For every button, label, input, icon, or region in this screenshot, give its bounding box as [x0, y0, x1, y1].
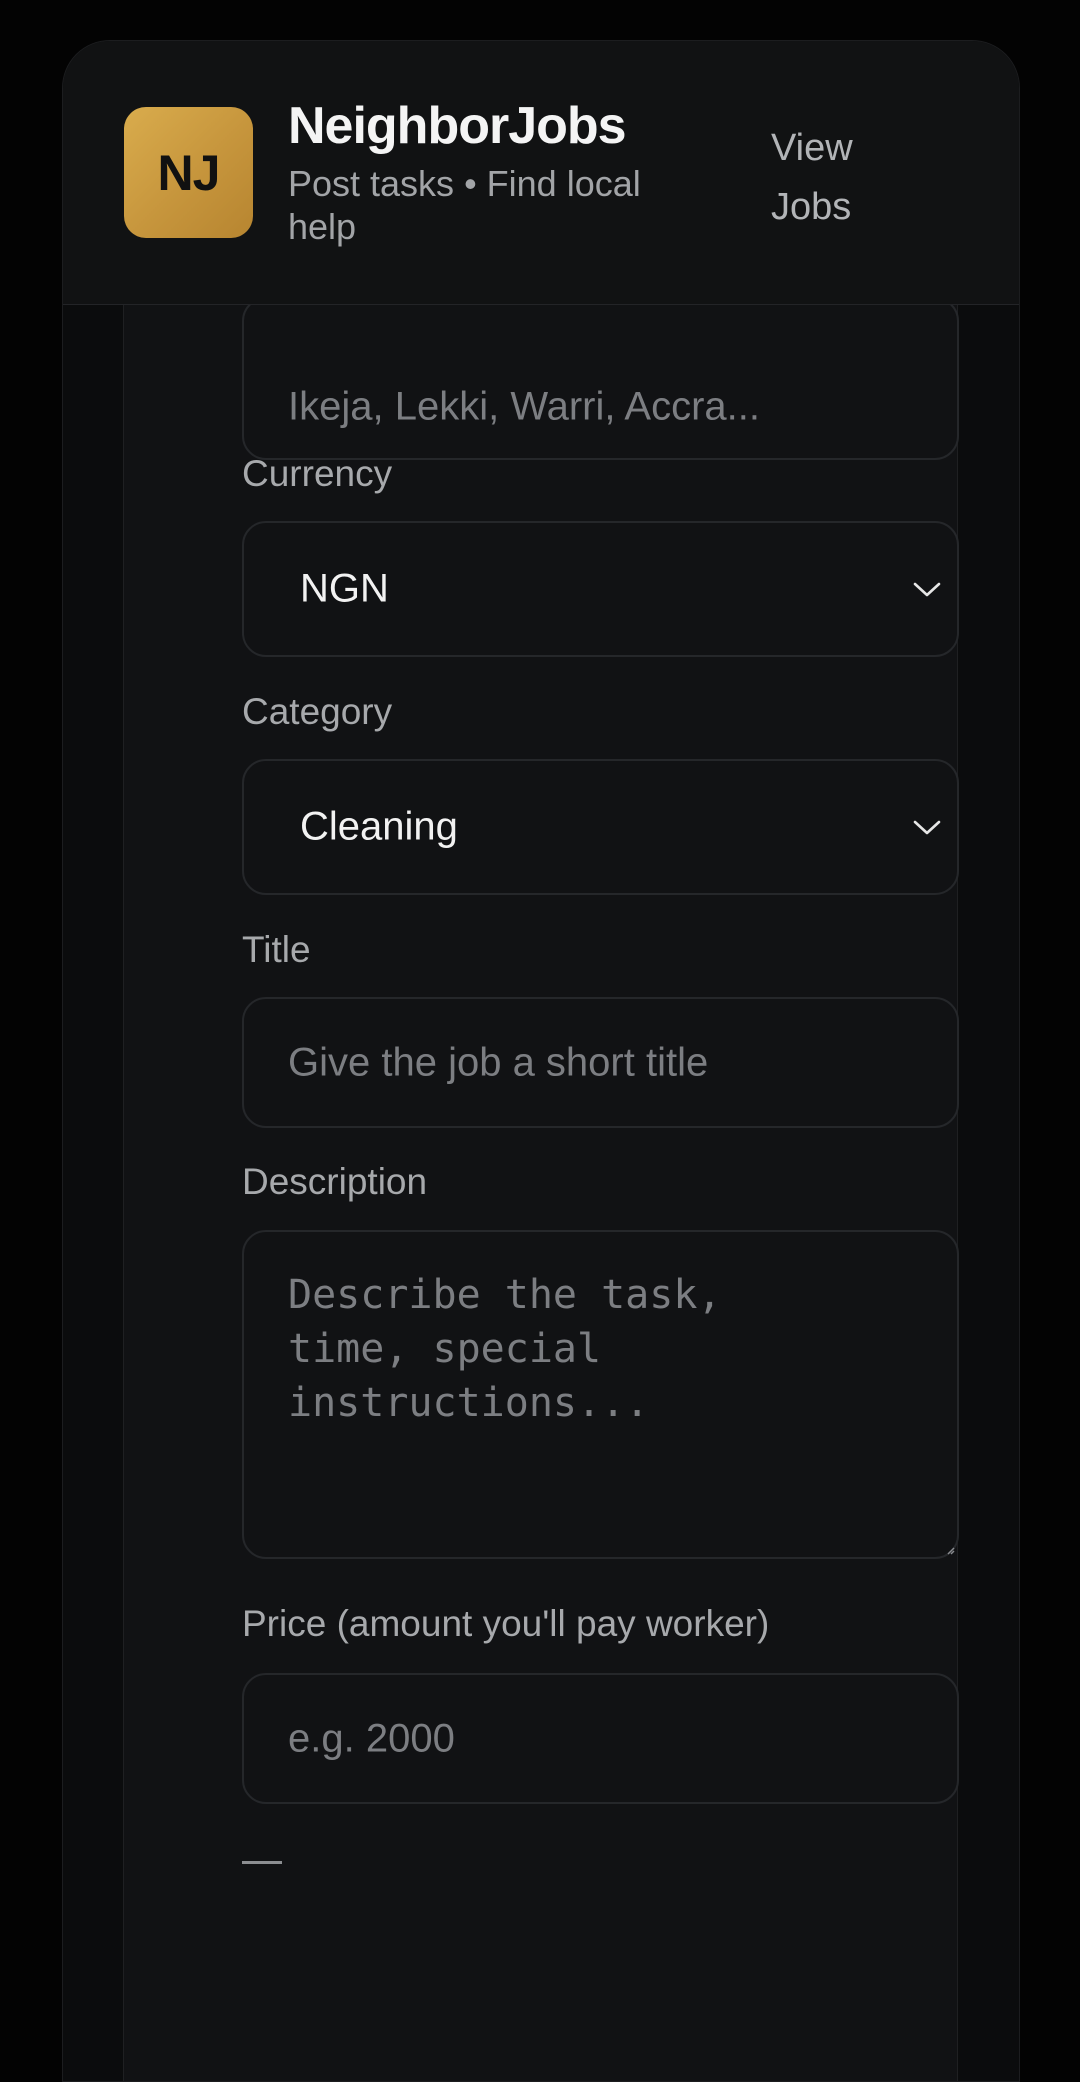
description-textarea[interactable]: Describe the task, time, special instruc… — [242, 1230, 959, 1559]
category-value: Cleaning — [300, 804, 458, 849]
currency-label: Currency — [242, 453, 393, 494]
app-frame: Ikeja, Lekki, Warri, Accra... Currency N… — [62, 40, 1020, 2082]
location-placeholder: Ikeja, Lekki, Warri, Accra... — [288, 384, 760, 429]
price-preview — [242, 1861, 282, 1864]
title-label: Title — [242, 929, 311, 970]
currency-value: NGN — [300, 566, 389, 611]
description-placeholder: Describe the task, time, special instruc… — [288, 1272, 722, 1426]
logo-text: NJ — [157, 144, 221, 201]
category-select[interactable]: Cleaning — [242, 759, 959, 895]
title-input[interactable]: Give the job a short title — [242, 997, 959, 1128]
app-subtitle: Post tasks • Find local help — [288, 163, 641, 247]
resize-handle-icon[interactable] — [945, 1545, 955, 1555]
price-label: Price (amount you'll pay worker) — [242, 1603, 770, 1644]
app-header: NJ NeighborJobs Post tasks • Find local … — [63, 41, 1019, 305]
title-placeholder: Give the job a short title — [288, 1040, 709, 1084]
price-placeholder: e.g. 2000 — [288, 1716, 455, 1760]
view-jobs-link[interactable]: View Jobs — [771, 119, 901, 237]
description-label: Description — [242, 1161, 428, 1202]
price-input[interactable]: e.g. 2000 — [242, 1673, 959, 1804]
category-label: Category — [242, 691, 393, 732]
app-title: NeighborJobs — [288, 97, 627, 155]
logo: NJ — [124, 107, 253, 238]
post-job-form: Ikeja, Lekki, Warri, Accra... Currency N… — [123, 41, 959, 2081]
currency-select[interactable]: NGN — [242, 521, 959, 657]
location-input[interactable]: Ikeja, Lekki, Warri, Accra... — [242, 297, 959, 460]
chevron-down-icon — [913, 582, 941, 597]
chevron-down-icon — [913, 820, 941, 835]
